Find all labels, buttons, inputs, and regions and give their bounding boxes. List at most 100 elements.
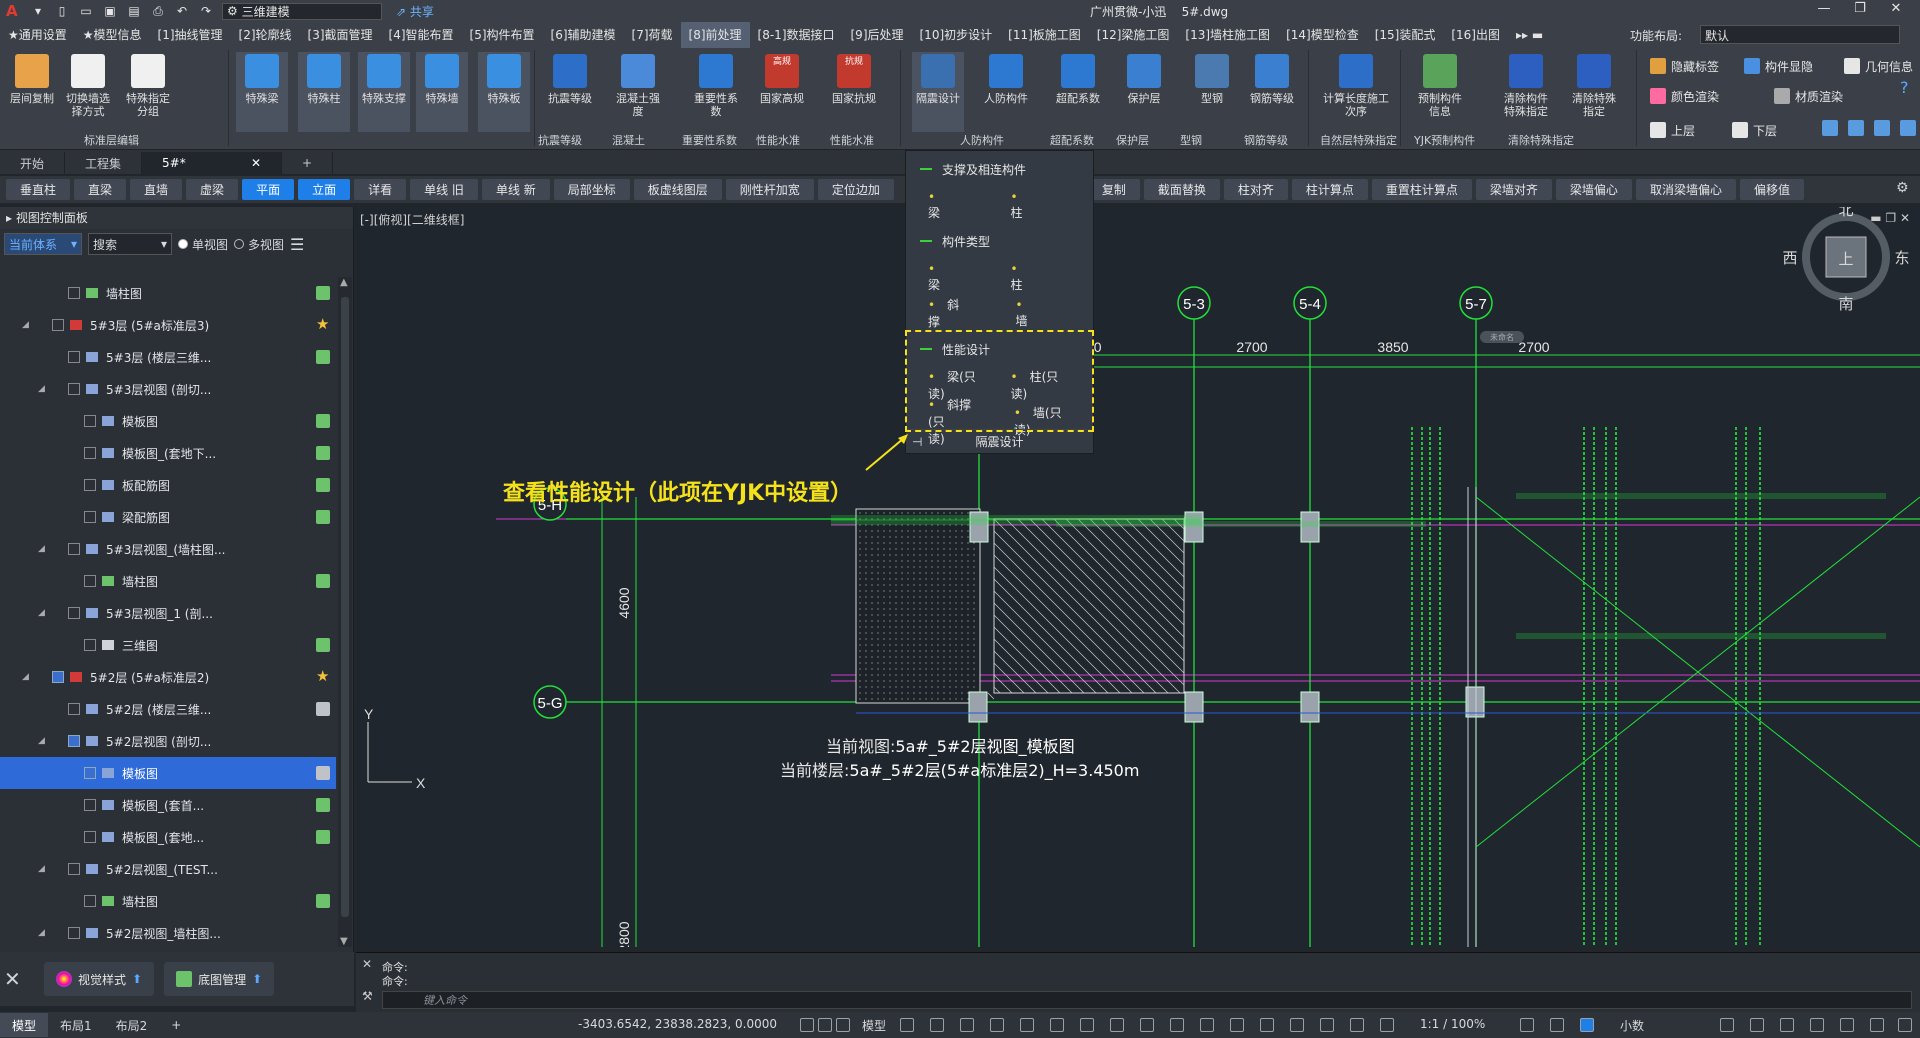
ribbon-button[interactable]: 特殊板 <box>478 52 530 132</box>
view-status-icon[interactable] <box>316 894 330 908</box>
checked-box-icon[interactable] <box>68 735 80 747</box>
status-toggle-icon[interactable] <box>1550 1018 1564 1032</box>
view-status-icon[interactable] <box>316 510 330 524</box>
status-toggle-icon[interactable] <box>1080 1018 1094 1032</box>
help-icon[interactable]: ? <box>1900 78 1909 97</box>
scroll-up-icon[interactable]: ▲ <box>340 277 348 288</box>
ribbon-small-button[interactable]: 材质渲染 <box>1774 84 1843 108</box>
ribbon-button[interactable]: 层间复制 <box>6 52 58 132</box>
menu-item[interactable]: ★通用设置 <box>0 22 75 48</box>
tree-node[interactable]: 5#2层 (楼层三维... <box>0 693 336 725</box>
tree-node[interactable]: ◢ 5#2层 (5#a标准层2) ★ <box>0 661 336 693</box>
menu-item[interactable]: [15]装配式 <box>1367 22 1444 48</box>
units-select[interactable]: 小数 <box>1620 1017 1644 1034</box>
status-toggle-icon[interactable] <box>836 1018 850 1032</box>
share-button[interactable]: ⇗ 共享 <box>396 3 434 20</box>
dropdown-option[interactable]: • 柱(只读) <box>1011 368 1066 402</box>
view-status-icon[interactable] <box>316 766 330 780</box>
ribbon-small-button[interactable]: 隐藏标签 <box>1650 54 1719 78</box>
tree-node[interactable]: 墙柱图 <box>0 565 336 597</box>
window-icon[interactable] <box>1900 120 1916 136</box>
ribbon-group-label[interactable]: 混凝土 <box>612 132 645 148</box>
command-button[interactable]: 偏移值 <box>1739 179 1804 200</box>
menu-item[interactable]: ★模型信息 <box>75 22 150 48</box>
menu-item[interactable]: [1]抽线管理 <box>150 22 231 48</box>
status-toggle-icon[interactable] <box>1720 1018 1734 1032</box>
command-button[interactable]: 定位边加 <box>817 179 894 200</box>
tree-node[interactable]: ◢ 5#3层视图 (剖切... <box>0 373 336 405</box>
status-toggle-icon[interactable] <box>1780 1018 1794 1032</box>
expand-icon[interactable]: ◢ <box>38 384 45 394</box>
menu-item[interactable]: [9]后处理 <box>843 22 912 48</box>
status-toggle-icon[interactable] <box>1050 1018 1064 1032</box>
ribbon-group-label[interactable]: 标准层编辑 <box>84 132 139 148</box>
tab-start[interactable]: 开始 <box>0 152 66 174</box>
checkbox-icon[interactable] <box>84 447 96 459</box>
tree-node[interactable]: 模板图 <box>0 405 336 437</box>
ribbon-button[interactable]: 清除特殊指定 <box>1568 52 1620 132</box>
ribbon-button[interactable]: 高规 国家高规 <box>756 52 808 132</box>
star-icon[interactable]: ★ <box>316 667 330 685</box>
checkbox-icon[interactable] <box>68 543 80 555</box>
checkbox-icon[interactable] <box>84 895 96 907</box>
annotation-scale[interactable]: 1:1 / 100% <box>1420 1017 1485 1031</box>
minimize-icon[interactable]: — <box>1806 1 1842 16</box>
ribbon-group-label[interactable]: 保护层 <box>1116 132 1149 148</box>
checkbox-icon[interactable] <box>68 703 80 715</box>
single-view-radio[interactable]: 单视图 <box>178 236 228 253</box>
expand-icon[interactable]: ◢ <box>38 544 45 554</box>
dropdown-option[interactable]: •柱 <box>1011 190 1066 221</box>
tab-file[interactable]: 5#* ✕ <box>142 152 283 174</box>
ribbon-group-label[interactable]: 型钢 <box>1180 132 1202 148</box>
scroll-down-icon[interactable]: ▼ <box>340 936 348 947</box>
checkbox-icon[interactable] <box>84 575 96 587</box>
checkbox-icon[interactable] <box>68 863 80 875</box>
status-toggle-icon[interactable] <box>1320 1018 1334 1032</box>
visual-style-button[interactable]: 视觉样式 ⬆ <box>44 962 155 996</box>
ribbon-button[interactable]: 钢筋等级 <box>1246 52 1298 132</box>
ribbon-group-label[interactable]: 清除特殊指定 <box>1508 132 1574 148</box>
command-input[interactable]: 键入命令 <box>382 991 1912 1009</box>
ribbon-small-button[interactable]: 上层 <box>1650 118 1695 142</box>
close-icon[interactable]: ✕ <box>1878 1 1914 16</box>
wrench-icon[interactable]: ⚒ <box>362 989 373 1003</box>
checkbox-icon[interactable] <box>68 927 80 939</box>
status-toggle-icon[interactable] <box>800 1018 814 1032</box>
tree-node[interactable]: 墙柱图 <box>0 885 336 917</box>
undo-icon[interactable]: ↶ <box>172 3 192 19</box>
status-toggle-icon[interactable] <box>1750 1018 1764 1032</box>
ribbon-group-label[interactable]: 超配系数 <box>1050 132 1094 148</box>
view-status-icon[interactable] <box>316 350 330 364</box>
menu-item[interactable]: [2]轮廓线 <box>231 22 300 48</box>
command-button[interactable]: 单线 旧 <box>410 179 478 200</box>
command-button[interactable]: 板虚线图层 <box>633 179 722 200</box>
tree-node[interactable]: 板配筋图 <box>0 469 336 501</box>
dropdown-option[interactable]: •梁 <box>928 190 983 221</box>
menu-item[interactable]: [8]前处理 <box>680 22 750 48</box>
panel-menu-icon[interactable]: ☰ <box>290 235 304 254</box>
command-button[interactable]: 平面 <box>242 179 295 200</box>
view-status-icon[interactable] <box>316 798 330 812</box>
tree-node[interactable]: 模板图_(套地下... <box>0 437 336 469</box>
status-toggle-icon[interactable] <box>1380 1018 1394 1032</box>
ribbon-small-button[interactable]: 几何信息 <box>1844 54 1913 78</box>
list-icon[interactable] <box>1874 120 1890 136</box>
dropdown-option[interactable]: •梁 <box>928 262 983 293</box>
view-status-icon[interactable] <box>316 702 330 716</box>
command-button[interactable]: 梁墙对齐 <box>1475 179 1552 200</box>
tree-node[interactable]: 模板图_(套地... <box>0 821 336 853</box>
command-button[interactable]: 重置柱计算点 <box>1371 179 1472 200</box>
ribbon-small-button[interactable]: 下层 <box>1732 118 1777 142</box>
zoom-out-icon[interactable] <box>1848 120 1864 136</box>
save-as-icon[interactable]: ▤ <box>124 3 144 19</box>
menu-item[interactable]: [5]构件布置 <box>462 22 543 48</box>
tree-node[interactable]: ◢ 5#2层视图_(TEST... <box>0 853 336 885</box>
status-toggle-icon[interactable] <box>1230 1018 1244 1032</box>
ribbon-button[interactable]: 超配系数 <box>1052 52 1104 132</box>
command-button[interactable]: 虚梁 <box>186 179 239 200</box>
command-button[interactable]: 柱计算点 <box>1291 179 1368 200</box>
save-icon[interactable]: ▣ <box>100 3 120 19</box>
command-button[interactable]: 取消梁墙偏心 <box>1635 179 1736 200</box>
layout-select[interactable]: 默认 <box>1700 25 1900 44</box>
expand-icon[interactable]: ◢ <box>22 672 29 682</box>
